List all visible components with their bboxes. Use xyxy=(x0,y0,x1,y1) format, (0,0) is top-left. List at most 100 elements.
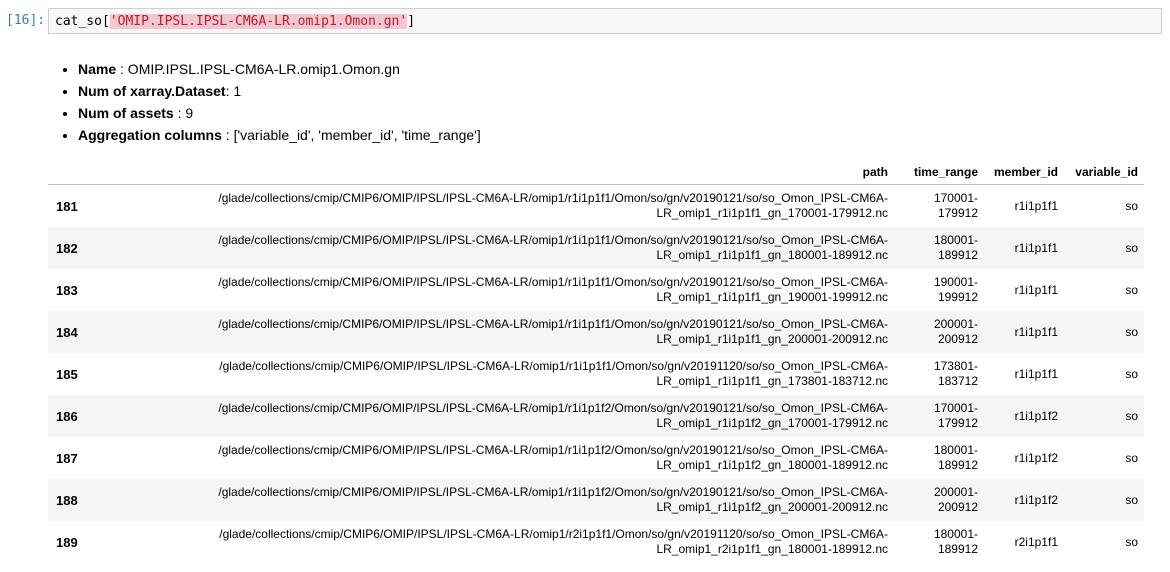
summary-assets-value: : 9 xyxy=(173,105,194,121)
row-path: /glade/collections/cmip/CMIP6/OMIP/IPSL/… xyxy=(182,437,894,479)
row-path: /glade/collections/cmip/CMIP6/OMIP/IPSL/… xyxy=(182,521,894,563)
row-variable-id: so xyxy=(1125,282,1138,297)
row-path-line1: /glade/collections/cmip/CMIP6/OMIP/IPSL/… xyxy=(218,275,888,289)
code-text[interactable]: cat_so['OMIP.IPSL.IPSL-CM6A-LR.omip1.Omo… xyxy=(55,14,415,29)
table-row: 185/glade/collections/cmip/CMIP6/OMIP/IP… xyxy=(48,353,1144,395)
summary-aggregation-label: Aggregation columns xyxy=(78,127,222,143)
header-variable-id: variable_id xyxy=(1064,160,1144,185)
table-row: 183/glade/collections/cmip/CMIP6/OMIP/IP… xyxy=(48,269,1144,311)
row-variable-id: so xyxy=(1125,198,1138,213)
row-time-range-start: 170001- xyxy=(933,401,978,415)
row-index: 182 xyxy=(56,240,78,256)
summary-name-label: Name xyxy=(78,61,117,77)
row-index: 186 xyxy=(56,408,78,424)
row-time-range: 200001- 200912 xyxy=(894,479,984,521)
row-time-range-start: 173801- xyxy=(933,359,978,373)
row-member-id: r1i1p1f1 xyxy=(1014,324,1058,339)
row-time-range-end: 189912 xyxy=(937,542,978,556)
row-path: /glade/collections/cmip/CMIP6/OMIP/IPSL/… xyxy=(182,311,894,353)
row-time-range: 173801- 183712 xyxy=(894,353,984,395)
row-variable-id: so xyxy=(1125,534,1138,549)
row-time-range-start: 180001- xyxy=(933,527,978,541)
row-path: /glade/collections/cmip/CMIP6/OMIP/IPSL/… xyxy=(182,185,894,228)
row-path-line1: /glade/collections/cmip/CMIP6/OMIP/IPSL/… xyxy=(219,359,888,373)
code-string-literal: 'OMIP.IPSL.IPSL-CM6A-LR.omip1.Omon.gn' xyxy=(109,14,408,29)
row-path-line2: LR_omip1_r1i1p1f2_gn_200001-200912.nc xyxy=(656,500,888,514)
row-index: 183 xyxy=(56,282,78,298)
table-row: 189/glade/collections/cmip/CMIP6/OMIP/IP… xyxy=(48,521,1144,563)
row-time-range-start: 180001- xyxy=(933,443,978,457)
row-path-line1: /glade/collections/cmip/CMIP6/OMIP/IPSL/… xyxy=(218,401,888,415)
row-path-line2: LR_omip1_r1i1p1f2_gn_180001-189912.nc xyxy=(656,458,888,472)
summary-name: Name : OMIP.IPSL.IPSL-CM6A-LR.omip1.Omon… xyxy=(78,58,481,80)
row-time-range: 180001- 189912 xyxy=(894,437,984,479)
row-time-range-end: 199912 xyxy=(937,290,978,304)
summary-datasets: Num of xarray.Dataset: 1 xyxy=(78,80,481,102)
row-variable-id: so xyxy=(1125,492,1138,507)
row-variable-id: so xyxy=(1125,366,1138,381)
dataframe-table: path time_range member_id variable_id 18… xyxy=(48,160,1144,563)
row-variable-id: so xyxy=(1125,324,1138,339)
row-time-range-end: 189912 xyxy=(937,458,978,472)
row-time-range-start: 200001- xyxy=(933,485,978,499)
row-time-range-start: 190001- xyxy=(933,275,978,289)
row-member-id: r1i1p1f2 xyxy=(1014,450,1058,465)
table-row: 181/glade/collections/cmip/CMIP6/OMIP/IP… xyxy=(48,184,1144,228)
catalog-summary-list: Name : OMIP.IPSL.IPSL-CM6A-LR.omip1.Omon… xyxy=(58,58,481,146)
row-path: /glade/collections/cmip/CMIP6/OMIP/IPSL/… xyxy=(182,395,894,437)
code-cell[interactable]: cat_so['OMIP.IPSL.IPSL-CM6A-LR.omip1.Omo… xyxy=(48,8,1162,34)
cell-prompt: [16]: xyxy=(6,13,46,28)
table-row: 186/glade/collections/cmip/CMIP6/OMIP/IP… xyxy=(48,395,1144,437)
row-path: /glade/collections/cmip/CMIP6/OMIP/IPSL/… xyxy=(182,269,894,311)
row-time-range: 180001- 189912 xyxy=(894,227,984,269)
summary-aggregation: Aggregation columns : ['variable_id', 'm… xyxy=(78,124,481,146)
row-variable-id: so xyxy=(1125,240,1138,255)
summary-aggregation-value: : ['variable_id', 'member_id', 'time_ran… xyxy=(221,127,481,143)
table-row: 182/glade/collections/cmip/CMIP6/OMIP/IP… xyxy=(48,227,1144,269)
row-path-line2: LR_omip1_r1i1p1f1_gn_170001-179912.nc xyxy=(656,206,888,220)
row-member-id: r2i1p1f1 xyxy=(1014,534,1058,549)
summary-name-value: : OMIP.IPSL.IPSL-CM6A-LR.omip1.Omon.gn xyxy=(116,61,400,77)
row-index: 187 xyxy=(56,450,78,466)
row-variable-id: so xyxy=(1125,408,1138,423)
code-suffix: ] xyxy=(407,14,416,29)
row-time-range: 170001- 179912 xyxy=(894,395,984,437)
row-path-line2: LR_omip1_r1i1p1f1_gn_200001-200912.nc xyxy=(656,332,888,346)
row-index: 184 xyxy=(56,324,78,340)
row-time-range-start: 170001- xyxy=(933,191,978,205)
row-path-line1: /glade/collections/cmip/CMIP6/OMIP/IPSL/… xyxy=(219,527,888,541)
row-index: 188 xyxy=(56,492,78,508)
row-path-line1: /glade/collections/cmip/CMIP6/OMIP/IPSL/… xyxy=(218,317,888,331)
summary-datasets-label: Num of xarray.Dataset xyxy=(78,83,226,99)
table-row: 187/glade/collections/cmip/CMIP6/OMIP/IP… xyxy=(48,437,1144,479)
row-path-line2: LR_omip1_r1i1p1f1_gn_190001-199912.nc xyxy=(656,290,888,304)
row-time-range: 200001- 200912 xyxy=(894,311,984,353)
row-time-range-start: 200001- xyxy=(933,317,978,331)
row-path-line2: LR_omip1_r2i1p1f1_gn_180001-189912.nc xyxy=(656,542,888,556)
row-path: /glade/collections/cmip/CMIP6/OMIP/IPSL/… xyxy=(182,353,894,395)
row-time-range: 170001- 179912 xyxy=(894,185,984,228)
row-member-id: r1i1p1f1 xyxy=(1014,198,1058,213)
table-row: 188/glade/collections/cmip/CMIP6/OMIP/IP… xyxy=(48,479,1144,521)
row-time-range-end: 179912 xyxy=(937,416,978,430)
row-member-id: r1i1p1f1 xyxy=(1014,282,1058,297)
row-member-id: r1i1p1f2 xyxy=(1014,408,1058,423)
row-path-line1: /glade/collections/cmip/CMIP6/OMIP/IPSL/… xyxy=(218,233,888,247)
summary-assets: Num of assets : 9 xyxy=(78,102,481,124)
header-time-range: time_range xyxy=(894,160,984,185)
header-member-id: member_id xyxy=(984,160,1064,185)
row-time-range: 180001- 189912 xyxy=(894,521,984,563)
row-path-line1: /glade/collections/cmip/CMIP6/OMIP/IPSL/… xyxy=(218,485,888,499)
row-member-id: r1i1p1f1 xyxy=(1014,240,1058,255)
row-member-id: r1i1p1f1 xyxy=(1014,366,1058,381)
row-path-line2: LR_omip1_r1i1p1f1_gn_173801-183712.nc xyxy=(656,374,888,388)
table-row: 184/glade/collections/cmip/CMIP6/OMIP/IP… xyxy=(48,311,1144,353)
row-time-range: 190001- 199912 xyxy=(894,269,984,311)
row-time-range-end: 183712 xyxy=(937,374,978,388)
row-path: /glade/collections/cmip/CMIP6/OMIP/IPSL/… xyxy=(182,479,894,521)
summary-datasets-value: : 1 xyxy=(225,83,242,99)
row-time-range-end: 189912 xyxy=(937,248,978,262)
row-member-id: r1i1p1f2 xyxy=(1014,492,1058,507)
code-prefix: cat_so[ xyxy=(55,14,110,29)
row-variable-id: so xyxy=(1125,450,1138,465)
